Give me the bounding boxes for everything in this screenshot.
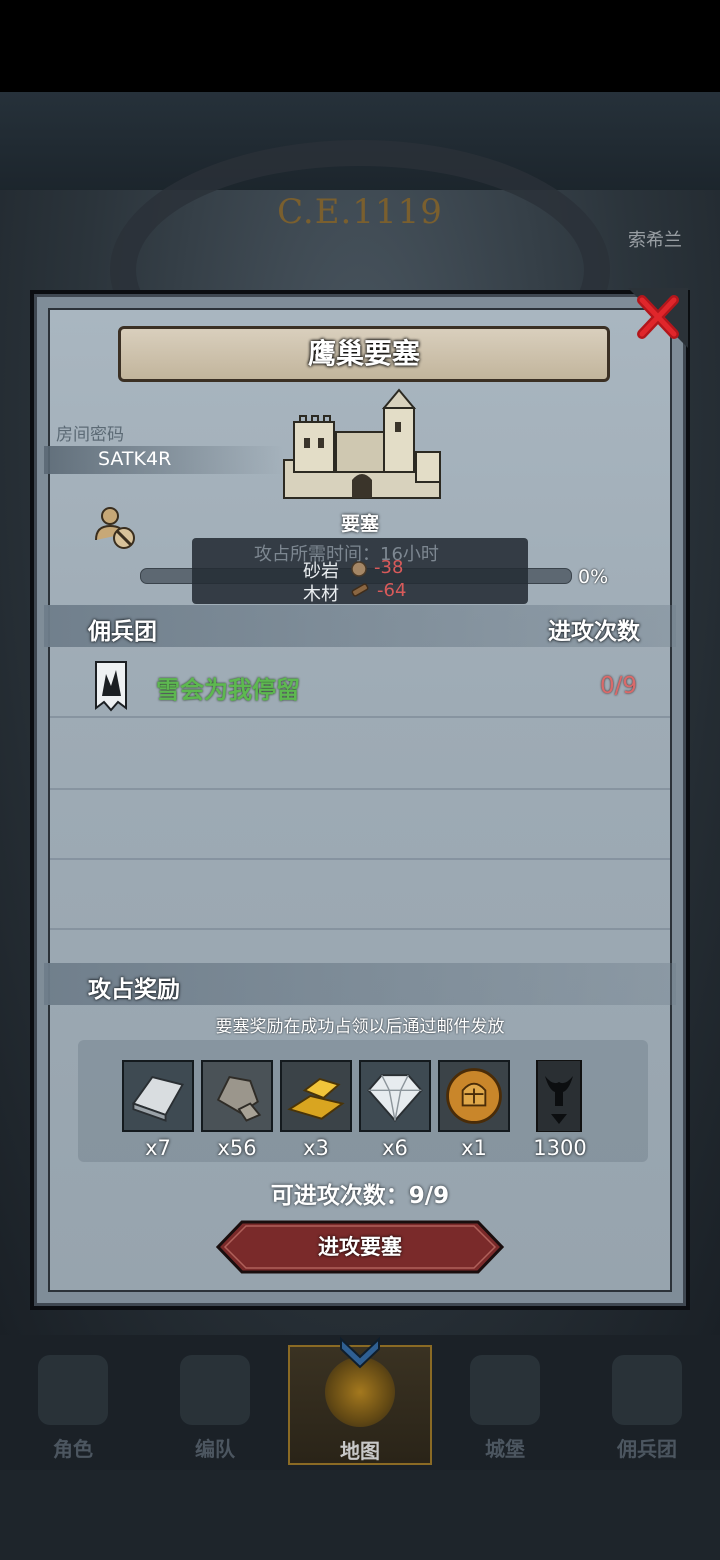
building-type-label: 要塞 (340, 513, 379, 535)
iron-ingot-icon[interactable] (122, 1060, 194, 1132)
diamond-icon[interactable] (359, 1060, 431, 1132)
cost-wood-name: 木材 (303, 584, 339, 605)
era-label: C.E.1119 (277, 192, 443, 232)
reward-qty: x6 (382, 1136, 408, 1160)
mercenary-header: 佣兵团 (88, 619, 157, 645)
status-bar-area (0, 0, 720, 92)
team-name[interactable]: 雪会为我停留 (156, 670, 300, 705)
reward-qty: x56 (217, 1136, 257, 1160)
room-code-value[interactable]: SATK4R (98, 448, 171, 470)
bull-banner-icon[interactable] (535, 1060, 583, 1132)
gold-bars-icon[interactable] (280, 1060, 352, 1132)
row-divider (50, 928, 670, 930)
row-divider (50, 716, 670, 718)
chevron-down-icon (340, 1336, 380, 1369)
fortress-icon (283, 388, 441, 499)
knight-helmet-coin-icon[interactable] (438, 1060, 510, 1132)
nav-item-formation[interactable]: 编队 (150, 1345, 280, 1465)
helmet-icon (180, 1355, 250, 1425)
nav-label: 城堡 (485, 1437, 525, 1461)
reward-note: 要塞奖励在成功占领以后通过邮件发放 (215, 1017, 505, 1037)
knight-icon (38, 1355, 108, 1425)
nav-item-mercenary[interactable]: 佣兵团 (582, 1345, 712, 1465)
bottom-spacer (0, 1470, 720, 1560)
reward-qty: x3 (303, 1136, 329, 1160)
stone-ore-icon[interactable] (201, 1060, 273, 1132)
cost-sandstone-value: -38 (374, 557, 404, 578)
team-attack-count: 0/9 (600, 673, 638, 699)
nav-item-character[interactable]: 角色 (8, 1345, 138, 1465)
wood-icon (351, 583, 369, 597)
attack-count-header: 进攻次数 (548, 619, 640, 645)
team-banner-icon (95, 661, 127, 712)
remaining-attempts: 可进攻次数：9/9 (270, 1183, 450, 1209)
reward-qty: x7 (145, 1136, 171, 1160)
close-icon[interactable] (628, 288, 688, 348)
region-label: 索希兰 (628, 230, 682, 251)
reward-qty: x1 (461, 1136, 487, 1160)
cost-wood-value: -64 (377, 580, 407, 601)
attack-fortress-button[interactable]: 进攻要塞 (215, 1220, 505, 1274)
room-code-label: 房间密码 (56, 425, 124, 445)
attack-button-label: 进攻要塞 (318, 1235, 402, 1259)
nav-label: 佣兵团 (617, 1437, 677, 1461)
nav-label: 角色 (53, 1437, 93, 1461)
dialog-title-banner: 鹰巢要塞 (118, 326, 610, 382)
reward-header: 攻占奖励 (88, 977, 180, 1003)
reward-qty: 1300 (533, 1136, 587, 1160)
occupation-percent: 0% (578, 566, 609, 588)
dialog-title: 鹰巢要塞 (307, 337, 420, 370)
nav-label: 编队 (195, 1437, 235, 1461)
sandstone-icon (351, 561, 367, 577)
row-divider (50, 788, 670, 790)
tooltip-title: 攻占所需时间：16小时 (254, 544, 439, 565)
ship-icon (612, 1355, 682, 1425)
nav-item-castle[interactable]: 城堡 (440, 1345, 570, 1465)
row-divider (50, 858, 670, 860)
castle-icon (470, 1355, 540, 1425)
nav-label: 地图 (340, 1439, 380, 1463)
